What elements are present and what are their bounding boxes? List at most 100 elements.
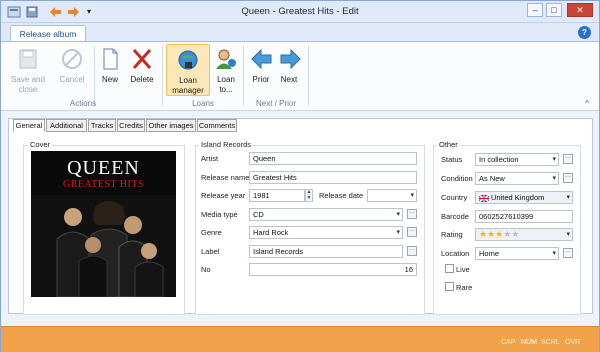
- arrow-left-icon: [249, 47, 275, 71]
- status-select[interactable]: In collection ▾: [475, 153, 559, 166]
- loan-manager-button[interactable]: Loan manager: [166, 44, 210, 96]
- ribbon-separator: [162, 46, 163, 106]
- cap-indicator: CAP: [501, 339, 516, 346]
- status-more-button[interactable]: ···: [563, 154, 573, 164]
- delete-button[interactable]: Delete: [127, 47, 157, 85]
- media-type-label: Media type: [201, 210, 238, 219]
- tab-release-album[interactable]: Release album: [10, 25, 86, 42]
- arrow-right-icon: [277, 47, 303, 71]
- chevron-down-icon[interactable]: ▾: [552, 248, 556, 259]
- label-field[interactable]: Island Records: [249, 245, 403, 258]
- condition-select[interactable]: As New ▾: [475, 172, 559, 185]
- no-field[interactable]: 16: [249, 263, 417, 276]
- condition-value: As New: [479, 174, 505, 183]
- chevron-down-icon[interactable]: ▾: [552, 173, 556, 184]
- ribbon-separator: [243, 46, 244, 106]
- chevron-down-icon[interactable]: ▾: [396, 209, 400, 220]
- minimize-button[interactable]: ‒: [527, 3, 543, 17]
- star-icon[interactable]: ★: [479, 229, 487, 239]
- chevron-down-icon[interactable]: ▾: [410, 190, 414, 201]
- location-label: Location: [441, 249, 470, 258]
- release-date-field[interactable]: ▾: [367, 189, 417, 202]
- year-stepper[interactable]: ▲ ▼: [305, 189, 313, 202]
- other-panel-title: Other: [437, 140, 460, 149]
- prior-label: Prior: [252, 75, 270, 84]
- scrl-indicator: SCRL: [541, 339, 560, 346]
- cancel-label: Cancel: [59, 75, 85, 84]
- prior-button[interactable]: Prior: [249, 47, 273, 85]
- tab-general[interactable]: General: [13, 119, 45, 132]
- status-bar: CAP NUM SCRL OVR: [1, 326, 599, 352]
- barcode-field[interactable]: 0602527610399: [475, 210, 573, 223]
- live-checkbox[interactable]: [445, 264, 454, 273]
- help-icon[interactable]: ?: [578, 26, 591, 39]
- condition-label: Condition: [441, 174, 473, 183]
- next-label: Next: [280, 75, 298, 84]
- delete-icon: [129, 47, 155, 71]
- label-more-button[interactable]: ···: [407, 246, 417, 256]
- window-title: Queen - Greatest Hits - Edit: [241, 6, 359, 17]
- title-bar: ▾ Queen - Greatest Hits - Edit ‒ □ ✕: [1, 1, 599, 23]
- genre-select[interactable]: Hard Rock ▾: [249, 226, 403, 239]
- rating-label: Rating: [441, 230, 463, 239]
- cancel-icon: [59, 47, 85, 71]
- num-indicator: NUM: [521, 339, 537, 346]
- release-year-label: Release year: [201, 191, 246, 200]
- new-button[interactable]: New: [97, 47, 123, 85]
- tab-comments[interactable]: Comments: [197, 119, 237, 132]
- loan-to-button[interactable]: Loan to...: [213, 47, 239, 95]
- release-year-field[interactable]: 1981: [249, 189, 305, 202]
- condition-more-button[interactable]: ···: [563, 173, 573, 183]
- tab-credits[interactable]: Credits: [117, 119, 145, 132]
- group-loans-label: Loans: [192, 99, 214, 108]
- tab-tracks[interactable]: Tracks: [88, 119, 116, 132]
- country-value: United Kingdom: [491, 193, 545, 202]
- maximize-button[interactable]: □: [546, 3, 562, 17]
- cover-art-title: QUEEN: [67, 157, 140, 179]
- star-icon[interactable]: ★: [487, 229, 495, 239]
- location-select[interactable]: Home ▾: [475, 247, 559, 260]
- ribbon-separator: [308, 46, 309, 106]
- media-type-select[interactable]: CD ▾: [249, 208, 403, 221]
- rare-checkbox[interactable]: [445, 282, 454, 291]
- location-more-button[interactable]: ···: [563, 248, 573, 258]
- genre-label: Genre: [201, 228, 222, 237]
- ovr-indicator: OVR: [565, 339, 581, 346]
- next-button[interactable]: Next: [277, 47, 301, 85]
- cover-image[interactable]: QUEEN GREATEST HITS: [31, 151, 176, 297]
- collapse-ribbon-icon[interactable]: ^: [585, 99, 589, 108]
- chevron-down-icon[interactable]: ▾: [566, 229, 570, 240]
- star-icon[interactable]: ★: [511, 229, 519, 239]
- rating-stars[interactable]: ★★★★★: [479, 229, 519, 239]
- uk-flag-icon: [478, 193, 490, 203]
- barcode-label: Barcode: [441, 212, 469, 221]
- rating-select[interactable]: ★★★★★ ▾: [475, 228, 573, 241]
- loan-manager-label: Loan manager: [172, 76, 204, 95]
- new-label: New: [101, 75, 118, 84]
- tab-additional[interactable]: Additional: [46, 119, 87, 132]
- genre-value: Hard Rock: [253, 228, 289, 237]
- artist-label: Artist: [201, 154, 219, 163]
- loan-to-label: Loan to...: [217, 75, 235, 94]
- chevron-down-icon[interactable]: ▾: [552, 154, 556, 165]
- cover-art-subtitle: GREATEST HITS: [62, 179, 145, 190]
- save-icon: [15, 47, 41, 71]
- genre-more-button[interactable]: ···: [407, 227, 417, 237]
- media-type-more-button[interactable]: ···: [407, 209, 417, 219]
- loan-manager-icon: [175, 48, 201, 72]
- tab-other-images[interactable]: Other images: [146, 119, 196, 132]
- ribbon: Save and close Cancel New Delete Actions…: [1, 41, 599, 111]
- chevron-down-icon[interactable]: ▾: [566, 192, 570, 203]
- release-name-field[interactable]: Greatest Hits: [249, 171, 417, 184]
- save-and-close-button[interactable]: Save and close: [7, 47, 49, 95]
- cancel-button[interactable]: Cancel: [55, 47, 89, 85]
- live-label: Live: [456, 265, 470, 274]
- release-name-label: Release name: [201, 173, 250, 182]
- chevron-down-icon[interactable]: ▾: [396, 227, 400, 238]
- close-button[interactable]: ✕: [567, 3, 593, 17]
- no-label: No: [201, 265, 211, 274]
- ribbon-tab-row: Release album ?: [1, 23, 599, 42]
- group-actions-label: Actions: [69, 99, 97, 108]
- country-select[interactable]: United Kingdom ▾: [475, 191, 573, 204]
- artist-field[interactable]: Queen: [249, 152, 417, 165]
